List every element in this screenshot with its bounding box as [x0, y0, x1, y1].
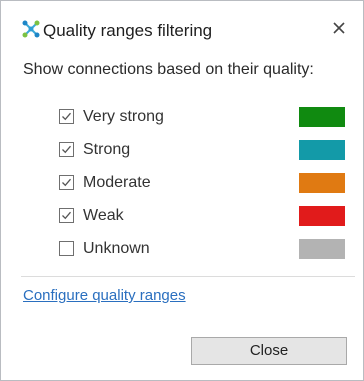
close-icon[interactable] — [329, 18, 349, 38]
checkbox-moderate[interactable] — [59, 175, 74, 190]
quality-option-label: Unknown — [83, 240, 150, 257]
color-swatch-unknown[interactable] — [299, 239, 345, 259]
quality-ranges-dialog: Quality ranges filtering Show connection… — [0, 0, 364, 381]
quality-option-label: Very strong — [83, 108, 164, 125]
title-bar: Quality ranges filtering — [1, 1, 363, 49]
color-swatch-very-strong[interactable] — [299, 107, 345, 127]
filter-prompt: Show connections based on their quality: — [23, 61, 314, 78]
network-nodes-icon — [21, 19, 41, 39]
quality-option-weak[interactable]: Weak — [59, 206, 349, 228]
color-swatch-weak[interactable] — [299, 206, 345, 226]
quality-option-unknown[interactable]: Unknown — [59, 239, 349, 261]
checkbox-very-strong[interactable] — [59, 109, 74, 124]
color-swatch-moderate[interactable] — [299, 173, 345, 193]
divider — [21, 276, 355, 277]
checkbox-strong[interactable] — [59, 142, 74, 157]
close-button[interactable]: Close — [191, 337, 347, 365]
quality-option-label: Moderate — [83, 174, 151, 191]
checkbox-weak[interactable] — [59, 208, 74, 223]
quality-option-label: Weak — [83, 207, 124, 224]
configure-quality-ranges-link[interactable]: Configure quality ranges — [23, 287, 186, 304]
quality-option-moderate[interactable]: Moderate — [59, 173, 349, 195]
color-swatch-strong[interactable] — [299, 140, 345, 160]
checkbox-unknown[interactable] — [59, 241, 74, 256]
quality-option-label: Strong — [83, 141, 131, 158]
quality-option-very-strong[interactable]: Very strong — [59, 107, 349, 129]
quality-option-strong[interactable]: Strong — [59, 140, 349, 162]
dialog-title: Quality ranges filtering — [43, 21, 213, 40]
